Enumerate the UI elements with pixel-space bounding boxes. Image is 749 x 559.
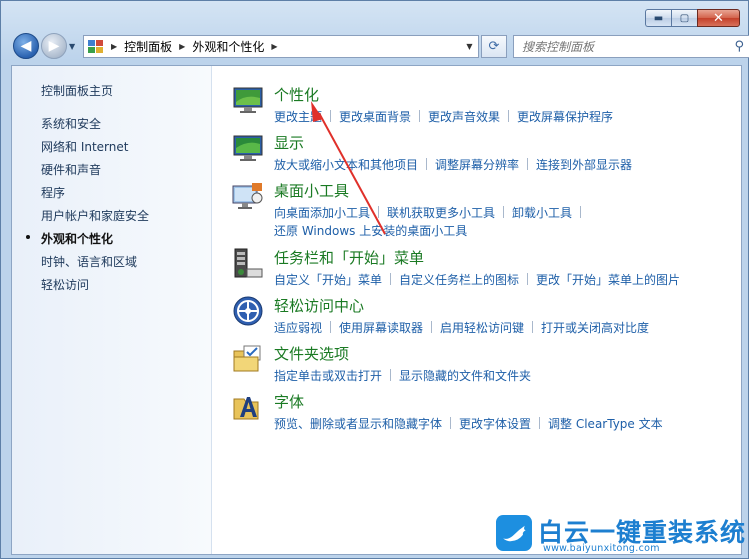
category-links: 自定义「开始」菜单 自定义任务栏上的图标 更改「开始」菜单上的图片: [274, 271, 680, 288]
link-access-keys[interactable]: 启用轻松访问键: [440, 319, 524, 336]
sidebar-item-ease-of-access[interactable]: 轻松访问: [41, 276, 89, 293]
category-title[interactable]: 字体: [274, 391, 304, 412]
category-title[interactable]: 显示: [274, 132, 304, 153]
sidebar-item-system-security[interactable]: 系统和安全: [41, 115, 101, 132]
link-customize-start-menu[interactable]: 自定义「开始」菜单: [274, 271, 382, 288]
link-add-gadgets[interactable]: 向桌面添加小工具: [274, 204, 370, 221]
category-title[interactable]: 个性化: [274, 84, 319, 105]
folder-options-icon: [233, 345, 261, 372]
refresh-button[interactable]: ⟳: [481, 35, 507, 58]
address-bar[interactable]: ▶ 控制面板 ▶ 外观和个性化 ▶ ▼: [83, 35, 479, 58]
sidebar-item-network-internet[interactable]: 网络和 Internet: [41, 138, 128, 155]
link-external-display[interactable]: 连接到外部显示器: [536, 156, 632, 173]
control-panel-icon: [88, 39, 104, 54]
divider: [390, 369, 392, 381]
link-change-screensaver[interactable]: 更改屏幕保护程序: [517, 108, 613, 125]
divider: [503, 206, 505, 218]
sidebar-item-clock-language[interactable]: 时钟、语言和区域: [41, 253, 137, 270]
divider: [330, 321, 332, 333]
link-change-theme[interactable]: 更改主题: [274, 108, 322, 125]
divider: [527, 158, 529, 170]
category-links: 预览、删除或者显示和隐藏字体 更改字体设置 调整 ClearType 文本: [274, 415, 663, 432]
forward-button[interactable]: ▶: [41, 33, 67, 59]
divider: [508, 110, 510, 122]
divider: [431, 321, 433, 333]
category-title[interactable]: 轻松访问中心: [274, 295, 364, 316]
breadcrumb-separator[interactable]: ▶: [271, 42, 277, 51]
bird-logo-icon: [496, 515, 532, 551]
sidebar-item-programs[interactable]: 程序: [41, 184, 65, 201]
breadcrumb-appearance[interactable]: 外观和个性化: [192, 38, 264, 55]
content-area: 控制面板主页 系统和安全 网络和 Internet 硬件和声音 程序 用户帐户和…: [11, 65, 742, 555]
close-button[interactable]: ✕: [697, 9, 740, 27]
display-icon: [233, 135, 263, 161]
link-change-sounds[interactable]: 更改声音效果: [428, 108, 500, 125]
category-links: 指定单击或双击打开 显示隐藏的文件和文件夹: [274, 367, 531, 384]
category-title[interactable]: 桌面小工具: [274, 180, 349, 201]
sidebar-item-control-panel-home[interactable]: 控制面板主页: [41, 82, 113, 99]
link-restore-gadgets[interactable]: 还原 Windows 上安装的桌面小工具: [274, 222, 467, 239]
link-screen-reader[interactable]: 使用屏幕读取器: [339, 319, 423, 336]
divider: [450, 417, 452, 429]
current-item-bullet: [26, 235, 30, 239]
category-links: 向桌面添加小工具 联机获取更多小工具 卸载小工具: [274, 204, 589, 221]
watermark: 白云一键重装系统 www.baiyunxitong.com: [496, 509, 746, 557]
sidebar-item-hardware-sound[interactable]: 硬件和声音: [41, 161, 101, 178]
search-input[interactable]: [514, 39, 714, 54]
sidebar-item-user-accounts[interactable]: 用户帐户和家庭安全: [41, 207, 149, 224]
link-screen-resolution[interactable]: 调整屏幕分辨率: [435, 156, 519, 173]
link-change-font-settings[interactable]: 更改字体设置: [459, 415, 531, 432]
divider: [580, 206, 582, 218]
fonts-icon: [233, 397, 259, 420]
divider: [330, 110, 332, 122]
taskbar-icon: [234, 248, 263, 278]
link-single-double-click[interactable]: 指定单击或双击打开: [274, 367, 382, 384]
link-show-hidden-files[interactable]: 显示隐藏的文件和文件夹: [399, 367, 531, 384]
category-title[interactable]: 任务栏和「开始」菜单: [274, 247, 424, 268]
address-dropdown-button[interactable]: ▼: [460, 36, 478, 57]
caption-buttons: ▬ ▢ ✕: [645, 9, 740, 27]
personalization-icon: [233, 87, 263, 113]
link-preview-fonts[interactable]: 预览、删除或者显示和隐藏字体: [274, 415, 442, 432]
category-links: 更改主题 更改桌面背景 更改声音效果 更改屏幕保护程序: [274, 108, 613, 125]
link-low-vision[interactable]: 适应弱视: [274, 319, 322, 336]
maximize-button[interactable]: ▢: [671, 9, 697, 27]
back-button[interactable]: ◀: [13, 33, 39, 59]
link-text-size[interactable]: 放大或缩小文本和其他项目: [274, 156, 418, 173]
category-title[interactable]: 文件夹选项: [274, 343, 349, 364]
category-links: 适应弱视 使用屏幕读取器 启用轻松访问键 打开或关闭高对比度: [274, 319, 649, 336]
link-get-more-gadgets[interactable]: 联机获取更多小工具: [387, 204, 495, 221]
search-box[interactable]: ⚲: [513, 35, 749, 58]
minimize-button[interactable]: ▬: [645, 9, 671, 27]
breadcrumb: ▶ 控制面板 ▶ 外观和个性化 ▶: [104, 38, 285, 55]
link-change-background[interactable]: 更改桌面背景: [339, 108, 411, 125]
link-uninstall-gadget[interactable]: 卸载小工具: [512, 204, 572, 221]
breadcrumb-control-panel[interactable]: 控制面板: [124, 38, 172, 55]
watermark-url: www.baiyunxitong.com: [543, 543, 660, 554]
navigation-bar: ◀ ▶ ▼ ▶ 控制面板 ▶ 外观和个性化 ▶ ▼ ⟳ ⚲: [11, 33, 749, 61]
divider: [527, 273, 529, 285]
breadcrumb-separator[interactable]: ▶: [179, 42, 185, 51]
link-high-contrast[interactable]: 打开或关闭高对比度: [541, 319, 649, 336]
link-customize-taskbar-icons[interactable]: 自定义任务栏上的图标: [399, 271, 519, 288]
sidebar-item-appearance: 外观和个性化: [41, 232, 114, 246]
divider: [378, 206, 380, 218]
search-icon[interactable]: ⚲: [734, 39, 744, 54]
recent-pages-dropdown[interactable]: ▼: [69, 42, 75, 51]
category-links: 放大或缩小文本和其他项目 调整屏幕分辨率 连接到外部显示器: [274, 156, 632, 173]
gadgets-icon: [232, 183, 263, 209]
divider: [532, 321, 534, 333]
divider: [419, 110, 421, 122]
link-change-start-menu-picture[interactable]: 更改「开始」菜单上的图片: [536, 271, 680, 288]
breadcrumb-separator[interactable]: ▶: [111, 42, 117, 51]
ease-of-access-icon: [233, 296, 263, 326]
control-panel-window: ▬ ▢ ✕ ◀ ▶ ▼ ▶ 控制面板 ▶ 外观和个性化 ▶ ▼ ⟳ 搜索控制面板…: [0, 0, 749, 559]
category-links-row-2: 还原 Windows 上安装的桌面小工具: [274, 222, 467, 239]
link-cleartype[interactable]: 调整 ClearType 文本: [548, 415, 663, 432]
divider: [426, 158, 428, 170]
divider: [390, 273, 392, 285]
sidebar: 控制面板主页 系统和安全 网络和 Internet 硬件和声音 程序 用户帐户和…: [12, 66, 212, 554]
divider: [539, 417, 541, 429]
